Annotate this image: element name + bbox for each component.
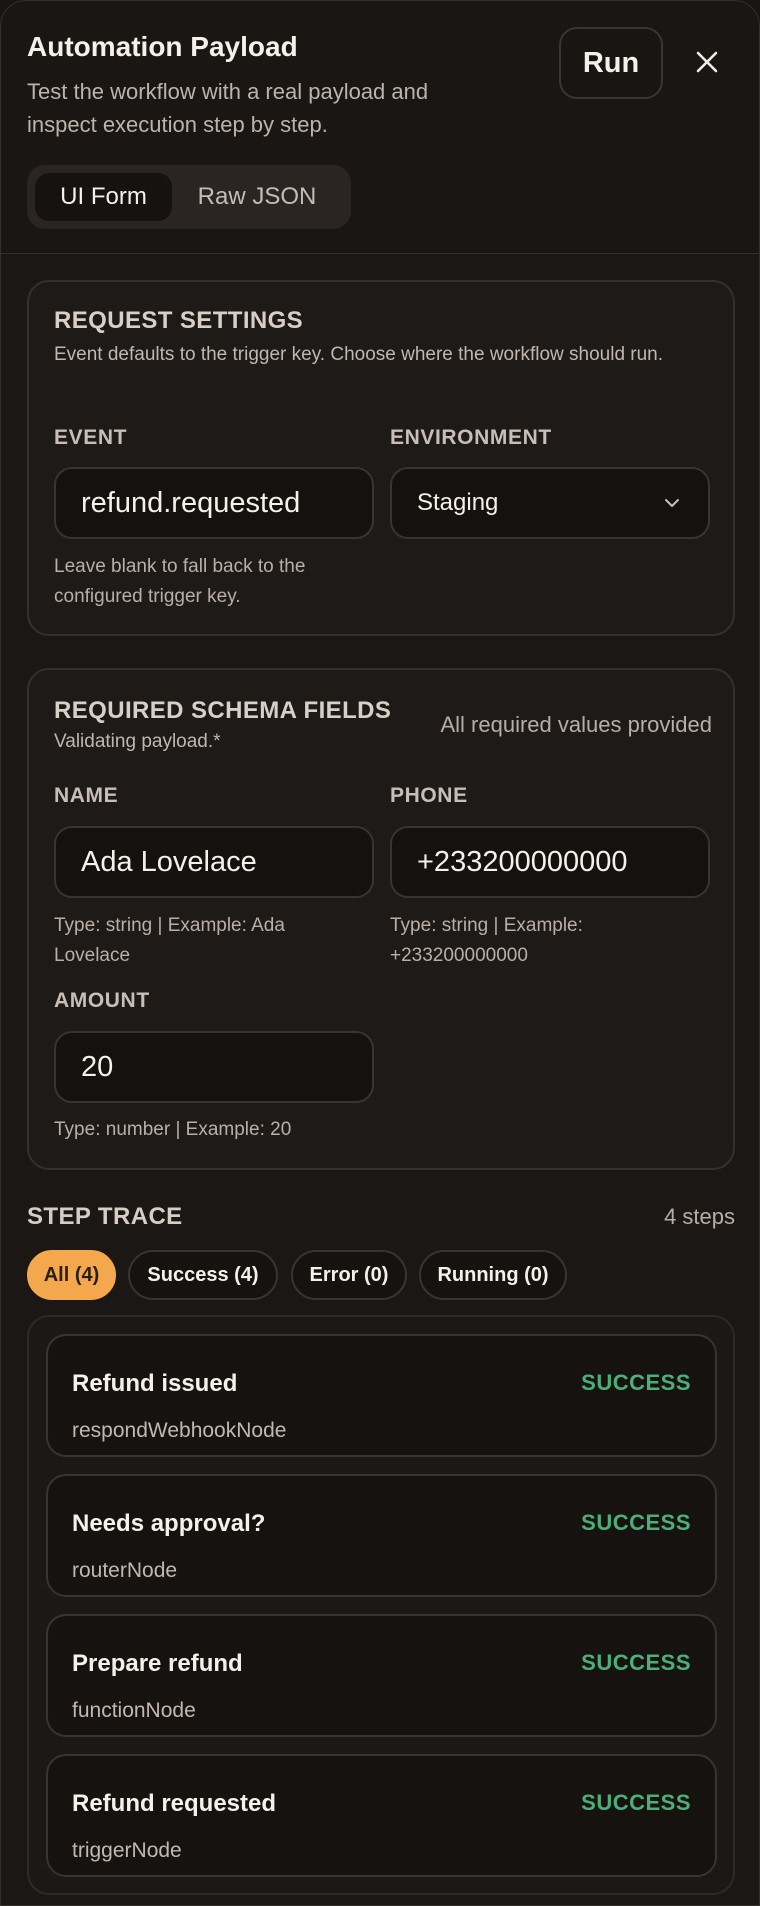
tab-raw-json[interactable]: Raw JSON [182,173,332,221]
trace-step[interactable]: Refund issued respondWebhookNode SUCCESS [46,1334,717,1457]
step-status-badge: SUCCESS [581,1650,691,1675]
request-settings-card: REQUEST SETTINGS Event defaults to the t… [27,280,735,636]
step-node-type: routerNode [72,1559,178,1582]
step-trace-count: 4 steps [664,1204,735,1229]
trace-step[interactable]: Needs approval? routerNode SUCCESS [46,1474,717,1597]
amount-input[interactable]: 20 [54,1031,374,1103]
step-node-type: respondWebhookNode [72,1419,287,1442]
schema-fields-subtitle: Validating payload.* [54,731,221,752]
filter-running-chip[interactable]: Running (0) [419,1250,567,1300]
step-status-badge: SUCCESS [581,1370,691,1395]
run-button[interactable]: Run [559,27,663,99]
phone-input[interactable]: +233200000000 [390,826,710,898]
step-name: Prepare refund [72,1650,243,1677]
step-status-badge: SUCCESS [581,1510,691,1535]
amount-hint: Type: number | Example: 20 [54,1119,292,1140]
phone-label: PHONE [390,784,468,807]
name-label: NAME [54,784,119,807]
step-name: Refund requested [72,1790,277,1817]
name-input[interactable]: Ada Lovelace [54,826,374,898]
step-node-type: triggerNode [72,1839,182,1862]
step-trace-title: STEP TRACE [27,1203,183,1230]
event-label: EVENT [54,426,128,449]
filter-error-chip[interactable]: Error (0) [291,1250,407,1300]
step-name: Refund issued [72,1370,238,1397]
schema-fields-card: REQUIRED SCHEMA FIELDS Validating payloa… [27,668,735,1170]
page-subtitle: Test the workflow with a real payload an… [27,79,429,137]
event-hint: Leave blank to fall back to the configur… [54,556,306,607]
step-status-badge: SUCCESS [581,1790,691,1815]
environment-select[interactable]: Staging [390,467,710,539]
step-trace-list: Refund issued respondWebhookNode SUCCESS… [27,1315,735,1895]
event-input[interactable]: refund.requested [54,467,374,539]
phone-hint: Type: string | Example: +233200000000 [390,915,583,966]
chevron-down-icon [665,499,679,507]
trace-step[interactable]: Prepare refund functionNode SUCCESS [46,1614,717,1737]
close-icon [696,51,718,73]
environment-label: ENVIRONMENT [390,426,552,449]
name-hint: Type: string | Example: Ada Lovelace [54,915,285,966]
automation-payload-panel: Automation Payload Test the workflow wit… [0,0,760,1906]
validation-status: All required values provided [440,712,713,737]
panel-header: Automation Payload Test the workflow wit… [1,1,759,254]
amount-label: AMOUNT [54,989,150,1012]
step-node-type: functionNode [72,1699,196,1722]
schema-fields-title: REQUIRED SCHEMA FIELDS [54,697,392,724]
request-settings-title: REQUEST SETTINGS [54,307,304,334]
tab-ui-form[interactable]: UI Form [35,173,172,221]
close-button[interactable] [687,41,727,83]
step-name: Needs approval? [72,1510,266,1537]
request-settings-description: Event defaults to the trigger key. Choos… [54,344,664,365]
filter-all-chip[interactable]: All (4) [27,1250,116,1300]
trace-step[interactable]: Refund requested triggerNode SUCCESS [46,1754,717,1877]
page-title: Automation Payload [27,31,298,62]
form-mode-tabs: UI Form Raw JSON [27,165,351,229]
filter-success-chip[interactable]: Success (4) [128,1250,278,1300]
environment-value: Staging [417,489,499,516]
